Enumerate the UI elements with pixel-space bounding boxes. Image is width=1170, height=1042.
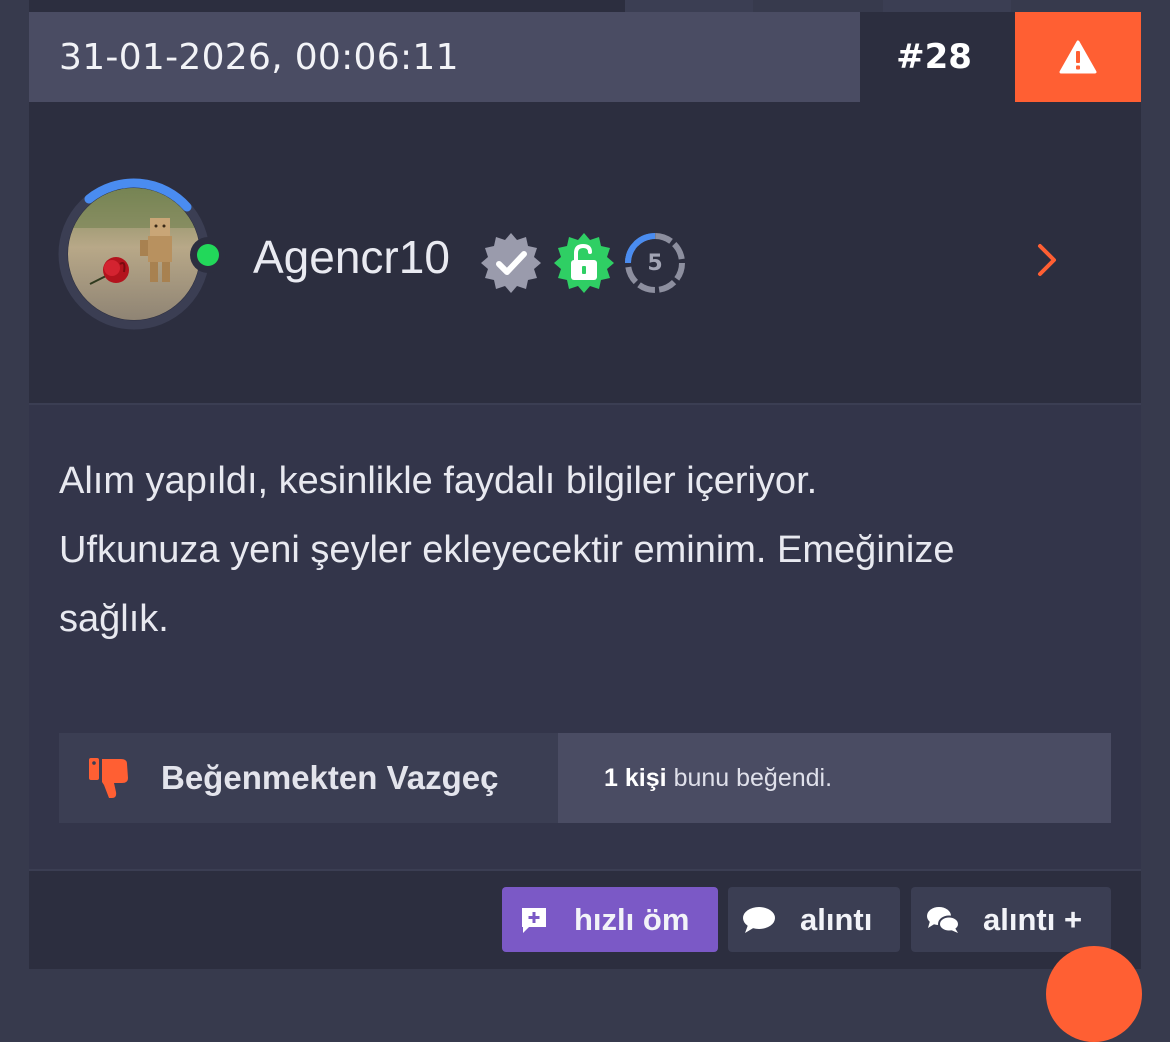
unlocked-padlock-badge-icon[interactable] xyxy=(552,231,616,295)
warning-triangle-icon xyxy=(1059,40,1097,74)
thumbs-down-icon xyxy=(89,758,128,798)
post-message-line: Ufkunuza yeni şeyler ekleyecektir eminim… xyxy=(59,529,955,571)
username-link[interactable]: Agencr10 xyxy=(253,230,450,284)
post-message-line: Alım yapıldı, kesinlikle faydalı bilgile… xyxy=(59,460,818,502)
report-button[interactable] xyxy=(1015,12,1141,102)
unlike-button-label: Beğenmekten Vazgeç xyxy=(161,759,499,796)
quote-label: alıntı xyxy=(800,901,873,937)
top-tab-mid[interactable] xyxy=(625,0,753,12)
quote-button[interactable]: alıntı xyxy=(728,887,900,952)
online-status-indicator xyxy=(190,237,226,273)
unlike-button[interactable]: Beğenmekten Vazgeç xyxy=(59,733,558,823)
top-tab-right[interactable] xyxy=(883,0,1011,12)
avatar[interactable] xyxy=(58,178,226,330)
speech-bubbles-icon xyxy=(927,906,960,933)
like-count[interactable]: 1 kişi xyxy=(604,764,667,793)
post-content: Alım yapıldı, kesinlikle faydalı bilgile… xyxy=(29,405,1141,869)
post-actions: hızlı öm alıntı alıntı + xyxy=(29,869,1141,969)
multi-quote-button[interactable]: alıntı + xyxy=(911,887,1111,952)
user-level-badge[interactable]: 5 xyxy=(623,231,687,295)
speech-bubble-icon xyxy=(743,906,775,933)
user-level-number: 5 xyxy=(647,250,663,276)
quick-reply-button[interactable]: hızlı öm xyxy=(502,887,718,952)
like-box: Beğenmekten Vazgeç 1 kişi bunu beğendi. xyxy=(59,733,1111,823)
quick-reply-label: hızlı öm xyxy=(574,901,690,937)
post-date: 31-01-2026, 00:06:11 xyxy=(59,36,459,78)
verified-check-badge-icon[interactable] xyxy=(479,231,543,295)
top-tab-left xyxy=(29,0,625,12)
post-author-row: Agencr10 5 xyxy=(29,102,1141,403)
avatar-image xyxy=(68,188,200,320)
forum-post: 31-01-2026, 00:06:11 #28 Agencr10 5 Alım… xyxy=(29,12,1141,969)
chevron-right-icon[interactable] xyxy=(1035,242,1059,278)
floating-action-button[interactable] xyxy=(1046,946,1142,1042)
like-info-text: bunu beğendi. xyxy=(673,763,833,792)
post-date-bar: 31-01-2026, 00:06:11 xyxy=(29,12,860,102)
post-message-line: sağlık. xyxy=(59,598,169,640)
post-message: Alım yapıldı, kesinlikle faydalı bilgile… xyxy=(59,447,1119,654)
post-number-link[interactable]: #28 xyxy=(896,12,972,102)
add-comment-icon xyxy=(522,907,546,933)
multi-quote-label: alıntı + xyxy=(983,901,1083,937)
like-info: 1 kişi bunu beğendi. xyxy=(558,733,1111,823)
